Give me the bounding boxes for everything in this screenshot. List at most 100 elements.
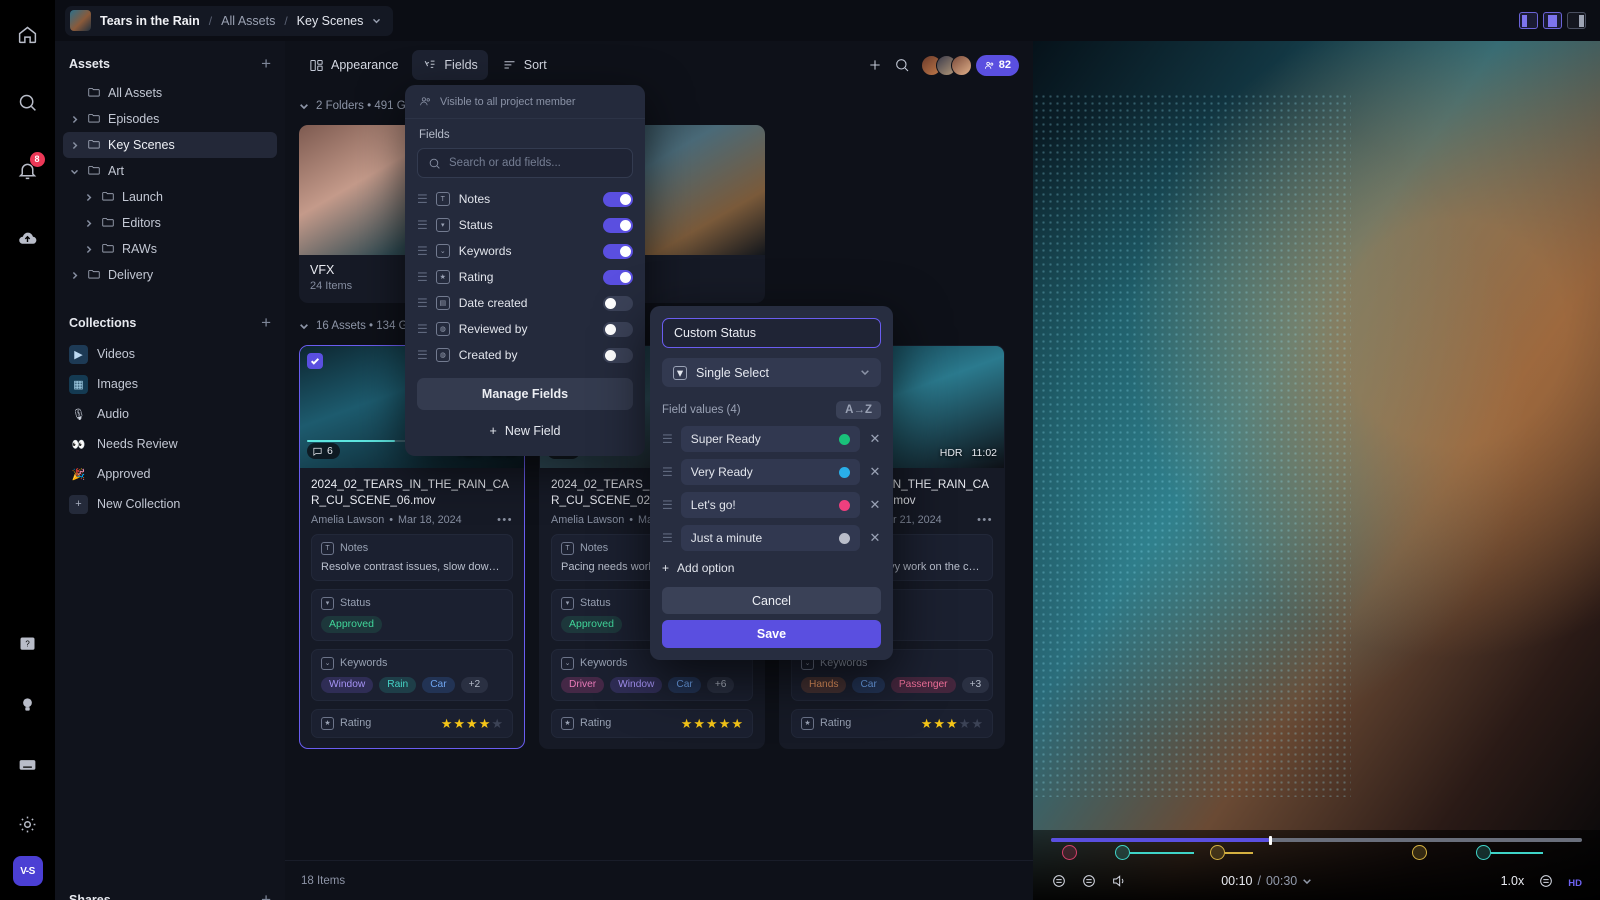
search-icon[interactable] bbox=[8, 80, 48, 124]
help-icon[interactable]: ? bbox=[8, 622, 48, 666]
star-icon[interactable]: ★ bbox=[706, 717, 718, 730]
tree-twisty-right-icon[interactable] bbox=[69, 271, 80, 280]
collection-item-needs-review[interactable]: 👀Needs Review bbox=[63, 429, 277, 459]
star-icon[interactable]: ★ bbox=[731, 717, 743, 730]
search-icon[interactable] bbox=[894, 57, 910, 73]
panel-left-toggle[interactable] bbox=[1519, 12, 1538, 29]
search-input[interactable]: Search or add fields... bbox=[417, 148, 633, 178]
field-toggle-row[interactable]: ☰TNotes bbox=[417, 186, 633, 212]
cloud-upload-icon[interactable] bbox=[8, 216, 48, 260]
rating-stars[interactable]: ★★★★★ bbox=[681, 717, 743, 730]
add-icon[interactable] bbox=[867, 57, 883, 73]
field-visibility-toggle[interactable] bbox=[603, 296, 633, 311]
workspace-logo[interactable]: V-S bbox=[13, 856, 43, 886]
breadcrumb-current[interactable]: Key Scenes bbox=[297, 14, 364, 28]
sort-button[interactable]: Sort bbox=[492, 50, 557, 80]
keyword-chip[interactable]: Rain bbox=[379, 677, 416, 693]
remove-option-icon[interactable]: ✕ bbox=[869, 497, 881, 513]
comment-marker[interactable] bbox=[1115, 845, 1130, 860]
field-type-select[interactable]: ▾ Single Select bbox=[662, 358, 881, 387]
gear-icon[interactable] bbox=[8, 802, 48, 846]
keyword-chip[interactable]: Window bbox=[321, 677, 373, 693]
status-badge[interactable]: Approved bbox=[321, 616, 382, 633]
drag-handle-icon[interactable]: ☰ bbox=[417, 245, 427, 257]
home-icon[interactable] bbox=[8, 12, 48, 56]
sidebar-item-raws[interactable]: RAWs bbox=[63, 236, 277, 262]
drag-handle-icon[interactable]: ☰ bbox=[662, 499, 672, 511]
add-collection-button[interactable]: + bbox=[261, 314, 271, 331]
status-field[interactable]: ▾StatusApproved bbox=[311, 589, 513, 641]
chevron-down-icon[interactable] bbox=[1302, 876, 1312, 886]
keywords-field[interactable]: ⌄KeywordsWindowRainCar+2 bbox=[311, 649, 513, 701]
chevron-down-icon[interactable] bbox=[860, 366, 870, 380]
star-icon[interactable]: ★ bbox=[921, 717, 933, 730]
keyword-chip[interactable]: +2 bbox=[461, 677, 489, 693]
add-share-button[interactable]: + bbox=[261, 891, 271, 900]
collection-item-videos[interactable]: ▶Videos bbox=[63, 339, 277, 369]
drag-handle-icon[interactable]: ☰ bbox=[417, 297, 427, 309]
drag-handle-icon[interactable]: ☰ bbox=[417, 219, 427, 231]
star-icon[interactable]: ★ bbox=[491, 717, 503, 730]
drag-handle-icon[interactable]: ☰ bbox=[662, 532, 672, 544]
sort-az-button[interactable]: A→Z bbox=[836, 401, 881, 419]
remove-option-icon[interactable]: ✕ bbox=[869, 464, 881, 480]
sidebar-item-art[interactable]: Art bbox=[63, 158, 277, 184]
breadcrumb[interactable]: Tears in the Rain / All Assets / Key Sce… bbox=[65, 6, 393, 36]
rating-stars[interactable]: ★★★★★ bbox=[921, 717, 983, 730]
collection-item-audio[interactable]: 🎙Audio bbox=[63, 399, 277, 429]
star-icon[interactable]: ★ bbox=[441, 717, 453, 730]
star-icon[interactable]: ★ bbox=[453, 717, 465, 730]
drag-handle-icon[interactable]: ☰ bbox=[417, 193, 427, 205]
drag-handle-icon[interactable]: ☰ bbox=[662, 433, 672, 445]
field-visibility-toggle[interactable] bbox=[603, 192, 633, 207]
quality-badge[interactable]: HD bbox=[1568, 878, 1582, 889]
tree-twisty-right-icon[interactable] bbox=[83, 245, 94, 254]
panel-center-toggle[interactable] bbox=[1543, 12, 1562, 29]
star-icon[interactable]: ★ bbox=[719, 717, 731, 730]
keyword-chip[interactable]: +6 bbox=[707, 677, 735, 693]
option-input[interactable]: Just a minute bbox=[681, 525, 860, 551]
captions-icon[interactable] bbox=[1051, 873, 1067, 889]
sidebar-item-all-assets[interactable]: All Assets bbox=[63, 80, 277, 106]
star-icon[interactable]: ★ bbox=[971, 717, 983, 730]
star-icon[interactable]: ★ bbox=[466, 717, 478, 730]
member-avatars[interactable]: 82 bbox=[921, 55, 1019, 76]
add-asset-button[interactable]: + bbox=[261, 55, 271, 72]
asset-select-checkbox[interactable] bbox=[307, 353, 323, 369]
rating-field[interactable]: ★Rating★★★★★ bbox=[551, 709, 753, 738]
tree-twisty-right-icon[interactable] bbox=[83, 193, 94, 202]
keyword-chip[interactable]: Hands bbox=[801, 677, 846, 693]
field-visibility-toggle[interactable] bbox=[603, 348, 633, 363]
breadcrumb-all-assets[interactable]: All Assets bbox=[221, 14, 275, 28]
star-icon[interactable]: ★ bbox=[959, 717, 971, 730]
option-color-swatch[interactable] bbox=[839, 500, 850, 511]
field-toggle-row[interactable]: ☰◍Reviewed by bbox=[417, 316, 633, 342]
option-color-swatch[interactable] bbox=[839, 434, 850, 445]
save-button[interactable]: Save bbox=[662, 620, 881, 648]
remove-option-icon[interactable]: ✕ bbox=[869, 431, 881, 447]
add-option-button[interactable]: + Add option bbox=[650, 557, 893, 585]
field-toggle-row[interactable]: ☰▾Status bbox=[417, 212, 633, 238]
comment-marker[interactable] bbox=[1476, 845, 1491, 860]
drag-handle-icon[interactable]: ☰ bbox=[417, 271, 427, 283]
time-display[interactable]: 00:10 / 00:30 bbox=[1221, 874, 1312, 888]
option-color-swatch[interactable] bbox=[839, 467, 850, 478]
collection-item-approved[interactable]: 🎉Approved bbox=[63, 459, 277, 489]
comment-marker[interactable] bbox=[1210, 845, 1225, 860]
collection-item-images[interactable]: ▦Images bbox=[63, 369, 277, 399]
field-visibility-toggle[interactable] bbox=[603, 322, 633, 337]
chevron-down-icon[interactable] bbox=[372, 16, 381, 25]
sidebar-item-delivery[interactable]: Delivery bbox=[63, 262, 277, 288]
comments-icon[interactable] bbox=[1081, 873, 1097, 889]
field-visibility-toggle[interactable] bbox=[603, 218, 633, 233]
star-icon[interactable]: ★ bbox=[693, 717, 705, 730]
keyword-chip[interactable]: Window bbox=[610, 677, 662, 693]
tree-twisty-right-icon[interactable] bbox=[83, 219, 94, 228]
option-color-swatch[interactable] bbox=[839, 533, 850, 544]
keyword-chip[interactable]: Car bbox=[668, 677, 700, 693]
sidebar-item-launch[interactable]: Launch bbox=[63, 184, 277, 210]
asset-menu-icon[interactable]: ••• bbox=[977, 514, 993, 526]
rating-field[interactable]: ★Rating★★★★★ bbox=[791, 709, 993, 738]
collection-item-new-collection[interactable]: +New Collection bbox=[63, 489, 277, 519]
panel-right-toggle[interactable] bbox=[1567, 12, 1586, 29]
